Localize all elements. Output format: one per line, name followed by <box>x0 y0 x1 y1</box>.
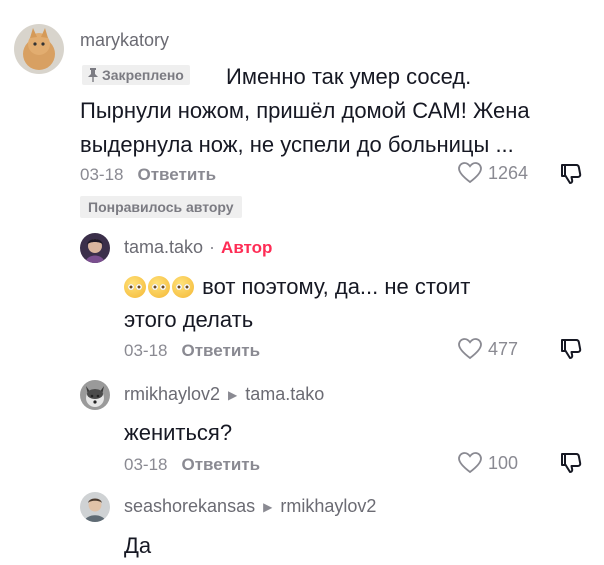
avatar-marykatory[interactable] <box>14 24 64 74</box>
heart-icon <box>458 162 482 184</box>
heart-icon <box>458 338 482 360</box>
comment-text-line: Пырнули ножом, пришёл домой САМ! Жена <box>80 98 530 123</box>
author-badge: Автор <box>221 237 273 257</box>
comment-date: 03-18 <box>80 165 124 184</box>
user-avatar-image <box>80 492 110 522</box>
user-avatar-image <box>80 233 110 263</box>
avatar-seashorekansas[interactable] <box>80 492 110 522</box>
heart-icon <box>458 452 482 474</box>
comment-text-line: жениться? <box>124 420 233 445</box>
like-button[interactable]: 100 <box>458 452 518 474</box>
wolf-avatar-image <box>80 380 110 410</box>
pinned-badge: Закреплено <box>82 65 190 85</box>
pinned-label: Закреплено <box>102 67 184 83</box>
comment-username[interactable]: marykatory <box>80 30 169 51</box>
dislike-icon <box>561 164 582 184</box>
dislike-button[interactable] <box>559 162 583 191</box>
pleading-face-emoji-icon <box>172 276 194 298</box>
reply-button[interactable]: Ответить <box>181 341 260 361</box>
reply-arrow-icon: ▶ <box>228 387 238 402</box>
like-button[interactable]: 477 <box>458 338 518 360</box>
reply-to-username[interactable]: tama.tako <box>245 384 324 405</box>
comment-text-line: вот поэтому, да... не стоит <box>202 274 471 299</box>
dislike-button[interactable] <box>559 337 583 366</box>
comment-username[interactable]: tama.tako <box>124 237 203 258</box>
comment-date: 03-18 <box>124 455 168 474</box>
comment-actions: 03-18 Ответить <box>124 341 260 361</box>
comment-username[interactable]: seashorekansas <box>124 496 255 517</box>
comment-header: rmikhaylov2 ▶ tama.tako <box>124 384 324 405</box>
cat-avatar-image <box>14 24 64 74</box>
pleading-face-emoji-icon <box>148 276 170 298</box>
comment-date: 03-18 <box>124 341 168 360</box>
reply-arrow-icon: ▶ <box>263 499 273 514</box>
avatar-tama-tako[interactable] <box>80 233 110 263</box>
comment-header: tama.tako · Автор <box>124 237 272 258</box>
like-count: 1264 <box>488 162 529 183</box>
comment-actions: 03-18 Ответить <box>124 455 260 475</box>
reply-button[interactable]: Ответить <box>181 455 260 475</box>
separator-dot: · <box>209 237 216 257</box>
reply-button[interactable]: Ответить <box>137 165 216 185</box>
comment-text-row: вот поэтому, да... не стоит <box>124 270 470 303</box>
pleading-face-emoji-icon <box>124 276 146 298</box>
comment-header: seashorekansas ▶ rmikhaylov2 <box>124 496 376 517</box>
like-count: 100 <box>488 452 519 473</box>
liked-by-author-badge: Понравилось автору <box>80 196 242 218</box>
avatar-rmikhaylov2[interactable] <box>80 380 110 410</box>
like-button[interactable]: 1264 <box>458 162 528 184</box>
comment-text-line: этого делать <box>124 307 254 332</box>
dislike-icon <box>561 339 582 359</box>
comment-text-line: Именно так умер сосед. <box>226 64 472 89</box>
comment-text-line: выдернула нож, не успели до больницы ... <box>80 132 514 157</box>
comment-actions: 03-18 Ответить <box>80 165 216 185</box>
dislike-button[interactable] <box>559 451 583 480</box>
reply-to-username[interactable]: rmikhaylov2 <box>280 496 376 517</box>
comment-username[interactable]: rmikhaylov2 <box>124 384 220 405</box>
pin-icon <box>88 68 98 82</box>
dislike-icon <box>561 453 582 473</box>
like-count: 477 <box>488 338 519 359</box>
comment-text-line: Да <box>124 533 152 558</box>
